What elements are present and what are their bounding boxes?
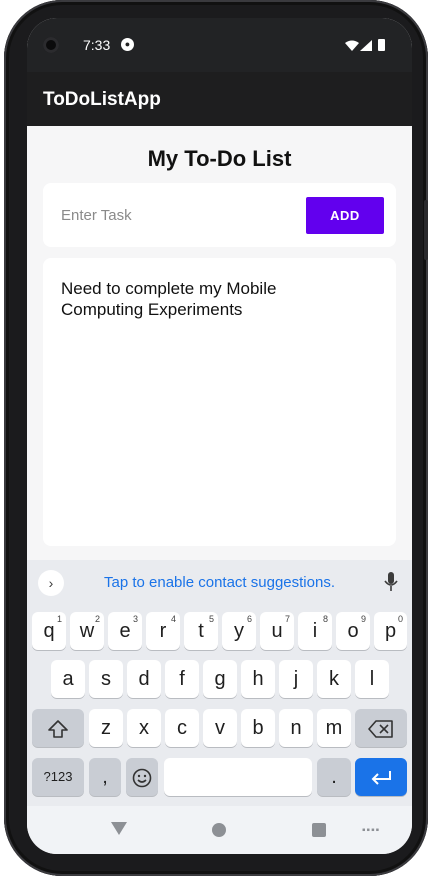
- emoji-key[interactable]: [126, 758, 158, 796]
- status-bar: 7:33 ●: [27, 18, 412, 72]
- space-key[interactable]: [164, 758, 312, 796]
- suggestion-bar: › Tap to enable contact suggestions.: [27, 560, 412, 606]
- key-e[interactable]: e3: [108, 612, 142, 650]
- app-notification-icon: ●: [121, 38, 134, 51]
- key-m[interactable]: m: [317, 709, 351, 747]
- key-k[interactable]: k: [317, 660, 351, 698]
- app-title: ToDoListApp: [43, 89, 161, 110]
- list-item[interactable]: Need to complete my Mobile Computing Exp…: [61, 278, 361, 320]
- key-n[interactable]: n: [279, 709, 313, 747]
- key-p[interactable]: p0: [374, 612, 407, 650]
- key-g[interactable]: g: [203, 660, 237, 698]
- add-button[interactable]: ADD: [306, 197, 384, 234]
- soft-keyboard: › Tap to enable contact suggestions. q1 …: [27, 560, 412, 806]
- key-h[interactable]: h: [241, 660, 275, 698]
- battery-icon: [378, 39, 385, 51]
- key-r[interactable]: r4: [146, 612, 180, 650]
- key-q[interactable]: q1: [32, 612, 66, 650]
- task-input[interactable]: [51, 195, 311, 235]
- backspace-icon: [368, 719, 393, 738]
- key-l[interactable]: l: [355, 660, 389, 698]
- key-w[interactable]: w2: [70, 612, 104, 650]
- task-input-card: ADD: [43, 183, 396, 247]
- back-icon[interactable]: [111, 822, 127, 835]
- symbols-key[interactable]: ?123: [32, 758, 84, 796]
- signal-icon: [360, 40, 372, 51]
- key-c[interactable]: c: [165, 709, 199, 747]
- microphone-icon[interactable]: [384, 572, 398, 592]
- recents-icon[interactable]: [312, 823, 326, 837]
- screen: 7:33 ● ToDoListApp My To-Do List ADD Nee…: [27, 18, 412, 854]
- key-d[interactable]: d: [127, 660, 161, 698]
- shift-icon: [48, 719, 68, 738]
- home-icon[interactable]: [212, 823, 226, 837]
- comma-key[interactable]: ,: [89, 758, 121, 796]
- key-b[interactable]: b: [241, 709, 275, 747]
- device-frame: 7:33 ● ToDoListApp My To-Do List ADD Nee…: [4, 0, 428, 876]
- key-x[interactable]: x: [127, 709, 161, 747]
- enter-icon: [371, 770, 391, 785]
- key-s[interactable]: s: [89, 660, 123, 698]
- enter-key[interactable]: [355, 758, 407, 796]
- key-i[interactable]: i8: [298, 612, 332, 650]
- key-o[interactable]: o9: [336, 612, 370, 650]
- key-v[interactable]: v: [203, 709, 237, 747]
- backspace-key[interactable]: [355, 709, 407, 747]
- task-list: Need to complete my Mobile Computing Exp…: [43, 258, 396, 546]
- front-camera: [43, 37, 59, 53]
- status-time: 7:33: [83, 37, 111, 53]
- period-key[interactable]: .: [317, 758, 351, 796]
- shift-key[interactable]: [32, 709, 84, 747]
- power-button: [424, 200, 428, 260]
- key-z[interactable]: z: [89, 709, 123, 747]
- page-title: My To-Do List: [147, 146, 292, 171]
- key-t[interactable]: t5: [184, 612, 218, 650]
- key-j[interactable]: j: [279, 660, 313, 698]
- key-u[interactable]: u7: [260, 612, 294, 650]
- emoji-icon: [132, 768, 152, 788]
- key-f[interactable]: f: [165, 660, 199, 698]
- wifi-icon: [345, 40, 359, 51]
- system-nav-bar: ▪▪▪▪: [27, 806, 412, 854]
- keyboard-switch-icon[interactable]: ▪▪▪▪: [362, 825, 380, 836]
- key-y[interactable]: y6: [222, 612, 256, 650]
- key-a[interactable]: a: [51, 660, 85, 698]
- contact-suggestions-prompt[interactable]: Tap to enable contact suggestions.: [27, 574, 412, 591]
- app-bar: ToDoListApp: [27, 72, 412, 126]
